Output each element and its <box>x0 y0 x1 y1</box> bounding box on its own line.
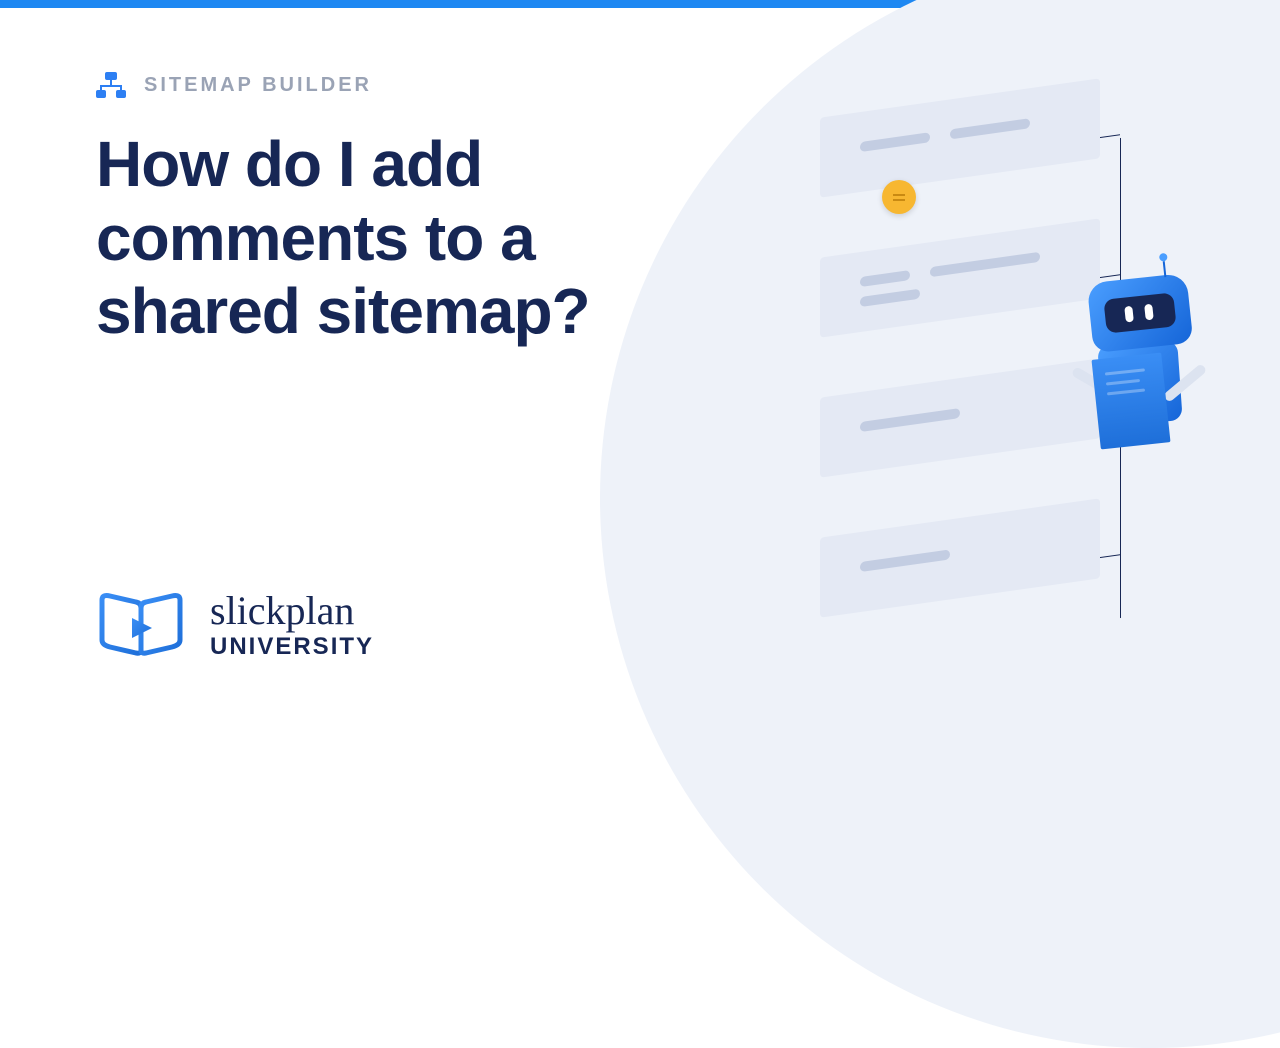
robot-illustration <box>1060 278 1220 478</box>
sitemap-icon <box>96 72 126 98</box>
brand-name: slickplan <box>210 591 374 631</box>
eyebrow-row: SITEMAP BUILDER <box>96 72 640 98</box>
brand-text: slickplan UNIVERSITY <box>210 591 374 659</box>
list-card <box>820 78 1100 197</box>
list-card <box>820 498 1100 617</box>
list-card <box>820 358 1100 477</box>
comment-pin-icon <box>882 180 916 214</box>
text-content: SITEMAP BUILDER How do I add comments to… <box>0 8 640 349</box>
brand-subtitle: UNIVERSITY <box>210 635 374 659</box>
brand-lockup: slickplan UNIVERSITY <box>96 590 374 660</box>
list-card <box>820 218 1100 337</box>
slide-stage: SITEMAP BUILDER How do I add comments to… <box>0 8 1280 720</box>
slide-title: How do I add comments to a shared sitema… <box>96 128 640 349</box>
illustration <box>780 78 1240 638</box>
eyebrow-label: SITEMAP BUILDER <box>144 74 372 97</box>
video-book-icon <box>96 590 186 660</box>
